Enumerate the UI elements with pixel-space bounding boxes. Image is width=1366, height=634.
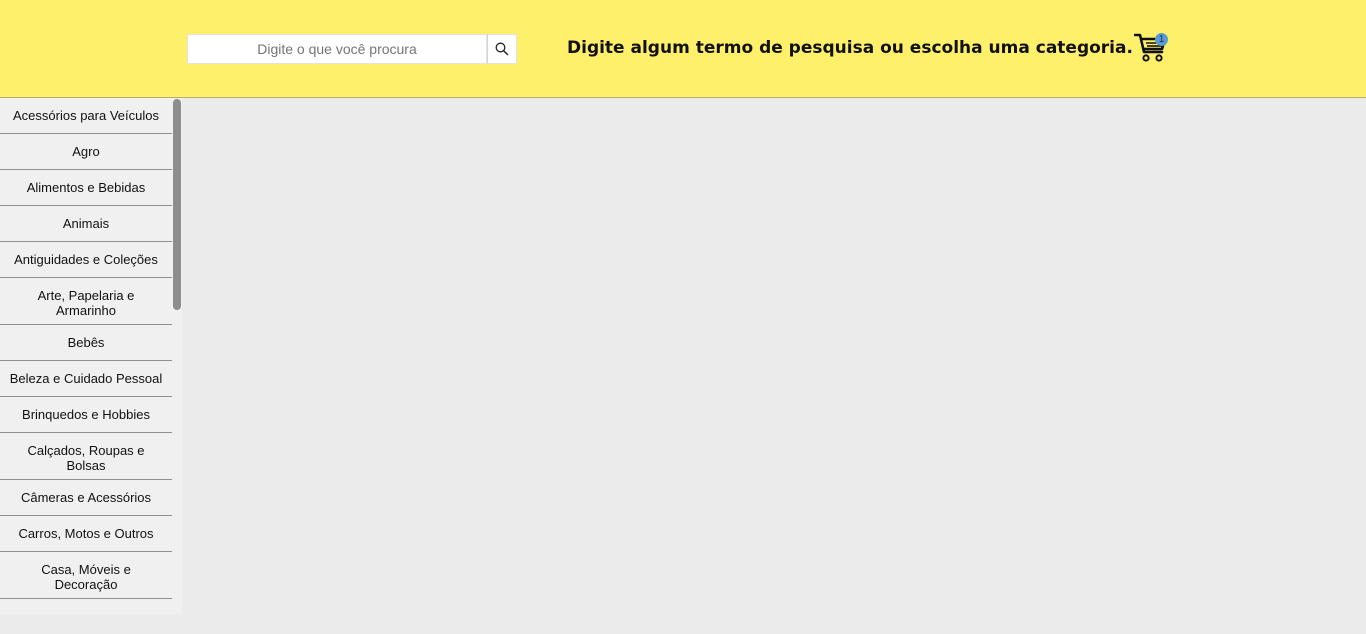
cart-button[interactable]: 1: [1133, 30, 1170, 66]
sidebar-item-calcados-roupas[interactable]: Calçados, Roupas e Bolsas: [0, 433, 172, 480]
sidebar-item-alimentos-bebidas[interactable]: Alimentos e Bebidas: [0, 170, 172, 206]
sidebar-item-cameras-acessorios[interactable]: Câmeras e Acessórios: [0, 480, 172, 516]
sidebar-item-arte-papelaria[interactable]: Arte, Papelaria e Armarinho: [0, 278, 172, 325]
sidebar-item-bebes[interactable]: Bebês: [0, 325, 172, 361]
sidebar-item-antiguidades-colecoes[interactable]: Antiguidades e Coleções: [0, 242, 172, 278]
main-content-area: [182, 98, 1366, 634]
search-box: [187, 34, 517, 64]
sidebar-scrollbar-thumb[interactable]: [173, 99, 181, 310]
header-bar: Digite algum termo de pesquisa ou escolh…: [0, 0, 1366, 98]
page-headline: Digite algum termo de pesquisa ou escolh…: [567, 38, 1133, 58]
cart-count-badge: 1: [1155, 33, 1168, 46]
sidebar-item-agro[interactable]: Agro: [0, 134, 172, 170]
search-input[interactable]: [187, 34, 487, 64]
search-icon: [495, 42, 509, 56]
sidebar-item-carros-motos[interactable]: Carros, Motos e Outros: [0, 516, 172, 552]
category-list: Acessórios para Veículos Agro Alimentos …: [0, 98, 172, 614]
sidebar-item-brinquedos-hobbies[interactable]: Brinquedos e Hobbies: [0, 397, 172, 433]
sidebar-item-casa-moveis[interactable]: Casa, Móveis e Decoração: [0, 552, 172, 599]
sidebar-item-animais[interactable]: Animais: [0, 206, 172, 242]
search-button[interactable]: [487, 34, 517, 64]
sidebar-item-acessorios-veiculos[interactable]: Acessórios para Veículos: [0, 98, 172, 134]
sidebar-item-beleza-cuidado[interactable]: Beleza e Cuidado Pessoal: [0, 361, 172, 397]
category-sidebar: Acessórios para Veículos Agro Alimentos …: [0, 98, 182, 614]
